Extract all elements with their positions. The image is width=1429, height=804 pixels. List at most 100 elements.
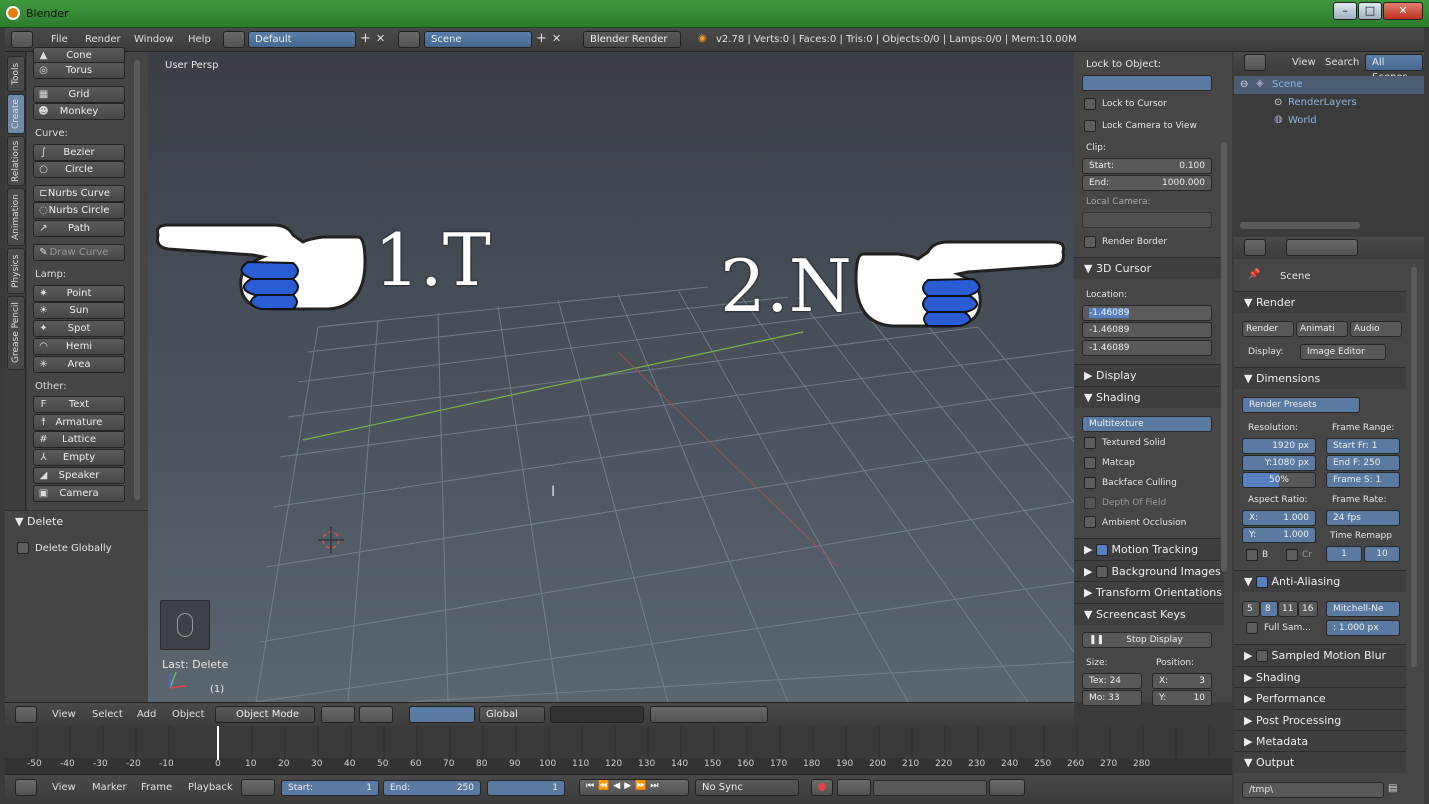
outliner-search-menu[interactable]: Search bbox=[1325, 57, 1359, 68]
aa-samples-11[interactable]: 11 bbox=[1278, 601, 1298, 617]
lattice-button[interactable]: # Lattice bbox=[33, 431, 125, 448]
folder-icon[interactable]: ▤ bbox=[1388, 783, 1397, 794]
properties-context-tabs[interactable] bbox=[1286, 239, 1358, 256]
shading-mode-select[interactable]: Multitexture bbox=[1082, 416, 1212, 432]
output-section[interactable]: ▼ Output bbox=[1234, 751, 1406, 773]
pos-x-field[interactable]: X: 3 bbox=[1152, 673, 1212, 689]
preview-range-icon[interactable] bbox=[241, 779, 275, 796]
pivot-icon[interactable] bbox=[359, 706, 393, 723]
tab-physics[interactable]: Physics bbox=[7, 248, 25, 294]
aa-samples-8[interactable]: 8 bbox=[1260, 601, 1278, 617]
depth-of-field-checkbox[interactable] bbox=[1084, 497, 1096, 509]
end-frame-field[interactable]: End: 250 bbox=[383, 780, 481, 796]
shading-section[interactable]: ▼ Shading bbox=[1074, 386, 1224, 408]
3d-cursor-section[interactable]: ▼ 3D Cursor bbox=[1074, 257, 1224, 279]
clip-start-field[interactable]: Start: 0.100 bbox=[1082, 158, 1212, 174]
matcap-checkbox[interactable] bbox=[1084, 457, 1096, 469]
draw-curve-button[interactable]: ✎ Draw Curve bbox=[33, 244, 125, 261]
expand-icon[interactable]: ⊙ bbox=[1274, 97, 1282, 108]
outliner-world-label[interactable]: World bbox=[1288, 115, 1317, 126]
keyframe-insert-icon[interactable] bbox=[989, 779, 1025, 796]
resolution-x-field[interactable]: 1920 px bbox=[1242, 438, 1316, 454]
npanel-scrollbar[interactable] bbox=[1221, 142, 1227, 572]
border-checkbox[interactable] bbox=[1246, 549, 1258, 561]
current-frame-field[interactable]: 1 bbox=[487, 780, 565, 796]
audio-button[interactable]: Audio bbox=[1350, 321, 1402, 337]
3d-viewport[interactable]: User Persp Last: Delete (1) 1.T 2.N I bbox=[148, 52, 1074, 702]
timeline[interactable]: -50 -40 -30 -20 -10 0 10 20 30 40 50 60 … bbox=[5, 726, 1232, 774]
empty-button[interactable]: ⅄ Empty bbox=[33, 449, 125, 466]
toolshelf-scrollbar[interactable] bbox=[134, 60, 140, 500]
cursor-z-field[interactable]: -1.46089 bbox=[1082, 340, 1212, 356]
editor-type-icon[interactable] bbox=[15, 779, 37, 796]
delete-panel-title[interactable]: ▼ Delete bbox=[15, 515, 63, 528]
menu-render[interactable]: Render bbox=[85, 34, 121, 45]
nurbs-circle-button[interactable]: ◌ Nurbs Circle bbox=[33, 202, 125, 219]
render-presets-select[interactable]: Render Presets bbox=[1242, 397, 1360, 413]
backface-culling-checkbox[interactable] bbox=[1084, 477, 1096, 489]
lock-camera-checkbox[interactable] bbox=[1084, 120, 1096, 132]
camera-button[interactable]: ▣ Camera bbox=[33, 485, 125, 502]
ambient-occlusion-checkbox[interactable] bbox=[1084, 516, 1096, 528]
point-lamp-button[interactable]: ✷ Point bbox=[33, 285, 125, 302]
area-lamp-button[interactable]: ✳ Area bbox=[33, 356, 125, 373]
start-frame-field[interactable]: Start Fr: 1 bbox=[1326, 438, 1400, 454]
dimensions-section[interactable]: ▼ Dimensions bbox=[1234, 367, 1406, 389]
grid-button[interactable]: ▦ Grid bbox=[33, 86, 125, 103]
render-engine-select[interactable]: Blender Render bbox=[583, 31, 681, 48]
outliner-display-select[interactable]: All Scenes bbox=[1365, 54, 1423, 83]
layout-field[interactable]: Default bbox=[248, 31, 356, 48]
add-layout-icon[interactable]: + bbox=[360, 31, 371, 46]
lock-to-cursor-checkbox[interactable] bbox=[1084, 98, 1096, 110]
aa-filter-select[interactable]: Mitchell-Ne bbox=[1326, 601, 1400, 617]
editor-type-icon[interactable] bbox=[11, 31, 33, 48]
remove-layout-icon[interactable]: ✕ bbox=[376, 32, 385, 45]
resolution-percent-slider[interactable]: 50% bbox=[1242, 472, 1316, 488]
menu-frame[interactable]: Frame bbox=[141, 782, 172, 793]
menu-file[interactable]: File bbox=[51, 34, 68, 45]
local-camera-field[interactable] bbox=[1082, 212, 1212, 228]
collapse-icon[interactable]: ⊖ bbox=[1240, 79, 1248, 90]
screencast-keys-section[interactable]: ▼ Screencast Keys bbox=[1074, 603, 1224, 625]
menu-playback[interactable]: Playback bbox=[188, 782, 233, 793]
add-scene-icon[interactable]: + bbox=[536, 31, 547, 46]
tex-size-field[interactable]: Tex: 24 bbox=[1082, 673, 1142, 689]
render-section[interactable]: ▼ Render bbox=[1234, 291, 1406, 313]
sampled-motion-checkbox[interactable] bbox=[1255, 650, 1268, 662]
aspect-x-field[interactable]: X: 1.000 bbox=[1242, 510, 1316, 526]
lock-object-field[interactable] bbox=[1082, 75, 1212, 91]
maximize-button[interactable]: □ bbox=[1358, 2, 1382, 20]
outliner-scene-label[interactable]: Scene bbox=[1272, 79, 1303, 90]
stop-display-button[interactable]: ❚❚ Stop Display bbox=[1082, 632, 1212, 648]
orientation-select[interactable]: Global bbox=[479, 706, 545, 723]
tab-animation[interactable]: Animation bbox=[7, 188, 25, 246]
motion-tracking-section[interactable]: ▶ Motion Tracking bbox=[1074, 538, 1224, 560]
transform-orientations-section[interactable]: ▶ Transform Orientations bbox=[1074, 581, 1224, 603]
viewport-shading-icon[interactable] bbox=[321, 706, 355, 723]
3d-cursor-icon[interactable] bbox=[318, 527, 344, 553]
sampled-motion-blur-section[interactable]: ▶ Sampled Motion Blur bbox=[1234, 644, 1406, 666]
cursor-x-field[interactable]: -1.46089 bbox=[1082, 305, 1212, 321]
cursor-y-field[interactable]: -1.46089 bbox=[1082, 322, 1212, 338]
clip-end-field[interactable]: End: 1000.000 bbox=[1082, 175, 1212, 191]
mo-size-field[interactable]: Mo: 33 bbox=[1082, 690, 1142, 706]
editor-type-icon[interactable] bbox=[15, 706, 37, 723]
anti-aliasing-checkbox[interactable] bbox=[1255, 576, 1268, 588]
keying-set-icon[interactable] bbox=[837, 779, 871, 796]
keying-set-field[interactable] bbox=[873, 780, 987, 796]
frame-step-field[interactable]: Frame S: 1 bbox=[1326, 472, 1400, 488]
full-sample-checkbox[interactable] bbox=[1246, 622, 1258, 634]
resolution-y-field[interactable]: Y:1080 px bbox=[1242, 455, 1316, 471]
aa-samples-16[interactable]: 16 bbox=[1298, 601, 1318, 617]
outliner-renderlayers-label[interactable]: RenderLayers bbox=[1288, 97, 1357, 108]
sun-lamp-button[interactable]: ☀ Sun bbox=[33, 302, 125, 319]
output-path-field[interactable]: /tmp\ bbox=[1242, 782, 1384, 798]
aspect-y-field[interactable]: Y: 1.000 bbox=[1242, 527, 1316, 543]
outliner-view-menu[interactable]: View bbox=[1292, 57, 1316, 68]
pos-y-field[interactable]: Y: 10 bbox=[1152, 690, 1212, 706]
bezier-button[interactable]: ∫ Bezier bbox=[33, 144, 125, 161]
outliner-scrollbar[interactable] bbox=[1240, 222, 1360, 229]
start-frame-field[interactable]: Start: 1 bbox=[281, 780, 379, 796]
layout-icon[interactable] bbox=[223, 31, 245, 48]
menu-window[interactable]: Window bbox=[134, 34, 173, 45]
